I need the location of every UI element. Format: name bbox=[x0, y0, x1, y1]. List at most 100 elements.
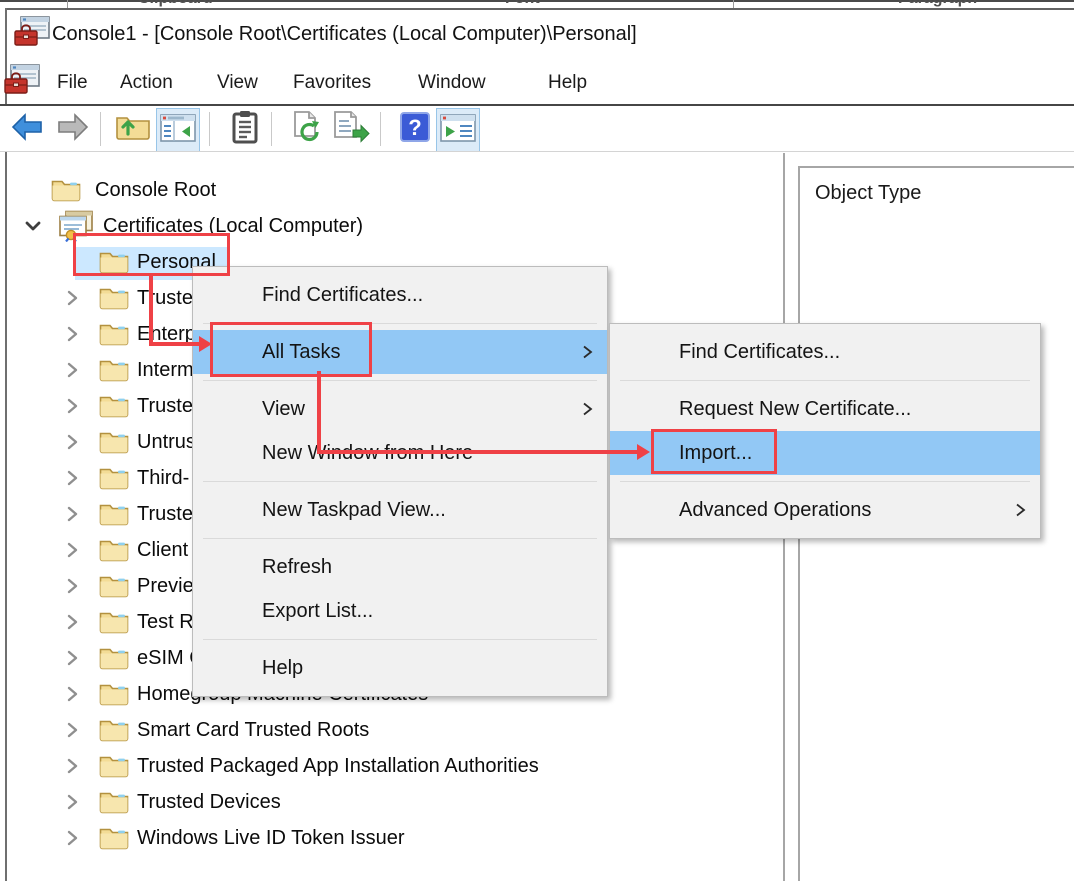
folder-icon bbox=[99, 717, 129, 743]
tree-item-trusted-packaged-app-installation-authorities[interactable]: Trusted Packaged App Installation Author… bbox=[7, 748, 783, 784]
menu-favorites[interactable]: Favorites bbox=[293, 70, 371, 96]
menu-item-label: Find Certificates... bbox=[679, 341, 840, 364]
chevron-right-icon[interactable] bbox=[64, 468, 80, 488]
refresh-icon bbox=[290, 110, 324, 149]
chevron-right-icon[interactable] bbox=[64, 576, 80, 596]
chevron-right-icon[interactable] bbox=[64, 288, 80, 308]
toolbar: ? bbox=[0, 106, 1074, 151]
all-tasks-submenu: Find Certificates... Request New Certific… bbox=[609, 323, 1041, 539]
menu-separator bbox=[203, 380, 597, 381]
tree-item-windows-live-id-token-issuer[interactable]: Windows Live ID Token Issuer bbox=[7, 820, 783, 856]
help-button[interactable]: ? bbox=[394, 108, 436, 150]
menu-item-label: Refresh bbox=[262, 556, 332, 579]
folder-icon bbox=[99, 501, 129, 527]
menu-item-all-tasks[interactable]: All Tasks bbox=[193, 330, 607, 374]
menu-help[interactable]: Help bbox=[548, 70, 587, 96]
tree-item-label: Smart Card Trusted Roots bbox=[137, 712, 369, 748]
chevron-right-icon[interactable] bbox=[64, 684, 80, 704]
menu-item-advanced-operations[interactable]: Advanced Operations bbox=[610, 488, 1040, 532]
tree-item-label: Enterp bbox=[137, 316, 196, 352]
folder-icon bbox=[99, 573, 129, 599]
tree-item-label: Client bbox=[137, 532, 188, 568]
chevron-right-icon[interactable] bbox=[64, 756, 80, 776]
menu-separator bbox=[203, 639, 597, 640]
menu-item-export-list[interactable]: Export List... bbox=[193, 589, 607, 633]
ribbon-group-paragraph: Paragraph bbox=[898, 0, 977, 7]
chevron-right-icon[interactable] bbox=[64, 648, 80, 668]
menu-item-label: View bbox=[262, 398, 305, 421]
menu-item-label: All Tasks bbox=[262, 341, 341, 364]
ribbon-group-clipboard: Clipboard bbox=[138, 0, 213, 7]
menu-item-label: Import... bbox=[679, 442, 752, 465]
menu-item-import[interactable]: Import... bbox=[610, 431, 1040, 475]
tree-item-console-root[interactable]: Console Root bbox=[7, 172, 783, 208]
folder-icon bbox=[99, 825, 129, 851]
menu-view[interactable]: View bbox=[217, 70, 258, 96]
window-title: Console1 - [Console Root\Certificates (L… bbox=[52, 20, 637, 48]
tree-item-label: Truste bbox=[137, 280, 193, 316]
up-one-level-button[interactable] bbox=[112, 108, 154, 150]
tree-item-label: Test R bbox=[137, 604, 194, 640]
chevron-right-icon[interactable] bbox=[64, 396, 80, 416]
submenu-chevron-icon bbox=[581, 343, 593, 361]
mmc-console-icon bbox=[4, 64, 40, 103]
window-top-border bbox=[5, 8, 1074, 10]
menu-item-label: Help bbox=[262, 657, 303, 680]
tree-item-certificates-local-computer[interactable]: Certificates (Local Computer) bbox=[7, 208, 783, 244]
object-type-column-header[interactable]: Object Type bbox=[815, 182, 921, 205]
paste-button[interactable] bbox=[224, 108, 266, 150]
tree-item-trusted-devices[interactable]: Trusted Devices bbox=[7, 784, 783, 820]
tree-item-label: Interm bbox=[137, 352, 194, 388]
tree-item-label: Untrus bbox=[137, 424, 196, 460]
chevron-right-icon[interactable] bbox=[64, 432, 80, 452]
taskpad-icon bbox=[439, 112, 477, 149]
menu-action[interactable]: Action bbox=[120, 70, 173, 96]
tree-item-smart-card-trusted-roots[interactable]: Smart Card Trusted Roots bbox=[7, 712, 783, 748]
toolbar-separator bbox=[100, 112, 101, 146]
menu-item-label: New Window from Here bbox=[262, 442, 473, 465]
chevron-right-icon[interactable] bbox=[64, 828, 80, 848]
folder-icon bbox=[99, 465, 129, 491]
folder-icon bbox=[99, 537, 129, 563]
show-taskpad-button[interactable] bbox=[436, 108, 480, 152]
tree-item-label: Trusted Devices bbox=[137, 784, 281, 820]
menu-window[interactable]: Window bbox=[418, 70, 486, 96]
folder-icon bbox=[99, 429, 129, 455]
chevron-down-icon[interactable] bbox=[23, 217, 43, 235]
submenu-chevron-icon bbox=[581, 400, 593, 418]
chevron-right-icon[interactable] bbox=[64, 792, 80, 812]
menu-item-refresh[interactable]: Refresh bbox=[193, 545, 607, 589]
svg-text:?: ? bbox=[408, 115, 421, 140]
chevron-right-icon[interactable] bbox=[64, 720, 80, 740]
show-hide-console-tree-button[interactable] bbox=[156, 108, 200, 152]
menu-item-help[interactable]: Help bbox=[193, 646, 607, 690]
menu-item-label: Advanced Operations bbox=[679, 499, 871, 522]
folder-icon bbox=[99, 249, 129, 275]
menu-item-new-window-from-here[interactable]: New Window from Here bbox=[193, 431, 607, 475]
folder-icon bbox=[99, 681, 129, 707]
back-arrow-icon bbox=[10, 111, 44, 148]
chevron-right-icon[interactable] bbox=[64, 612, 80, 632]
help-icon: ? bbox=[399, 111, 431, 148]
export-list-button[interactable] bbox=[330, 108, 372, 150]
chevron-right-icon[interactable] bbox=[64, 324, 80, 344]
back-button[interactable] bbox=[6, 108, 48, 150]
chevron-right-icon[interactable] bbox=[64, 360, 80, 380]
menu-separator bbox=[203, 538, 597, 539]
forward-button[interactable] bbox=[52, 108, 94, 150]
menu-item-label: New Taskpad View... bbox=[262, 499, 446, 522]
menu-file[interactable]: File bbox=[57, 70, 88, 96]
folder-icon bbox=[99, 285, 129, 311]
menu-separator bbox=[203, 323, 597, 324]
menu-item-view[interactable]: View bbox=[193, 387, 607, 431]
chevron-right-icon[interactable] bbox=[64, 540, 80, 560]
menu-item-find-certificates[interactable]: Find Certificates... bbox=[610, 330, 1040, 374]
clipboard-icon bbox=[230, 110, 260, 149]
menu-item-request-new-certificate[interactable]: Request New Certificate... bbox=[610, 387, 1040, 431]
chevron-right-icon[interactable] bbox=[64, 504, 80, 524]
refresh-button[interactable] bbox=[286, 108, 328, 150]
menu-item-new-taskpad-view[interactable]: New Taskpad View... bbox=[193, 488, 607, 532]
folder-icon bbox=[99, 753, 129, 779]
menu-item-find-certificates[interactable]: Find Certificates... bbox=[193, 273, 607, 317]
folder-icon bbox=[99, 789, 129, 815]
